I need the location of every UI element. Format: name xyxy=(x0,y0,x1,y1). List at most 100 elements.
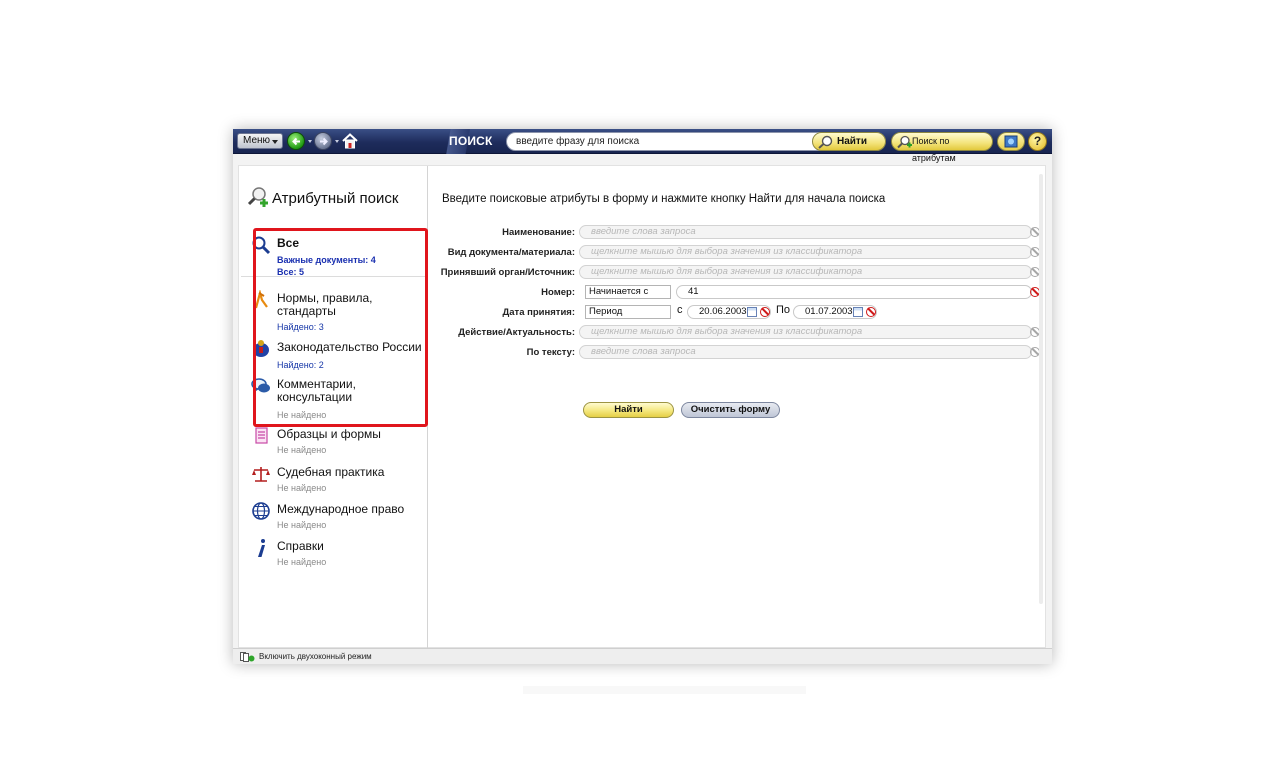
field-label: По тексту: xyxy=(526,347,575,358)
category-references[interactable]: Справки Не найдено xyxy=(245,538,425,572)
name-field[interactable]: введите слова запроса xyxy=(579,225,1032,239)
category-count: Найдено: 2 xyxy=(277,360,324,370)
status-bar: Включить двухоконный режим xyxy=(233,648,1052,664)
status-placeholder: щелкните мышью для выбора значения из кл… xyxy=(591,326,863,337)
category-court-practice[interactable]: Судебная практика Не найдено xyxy=(245,464,425,498)
category-all[interactable]: Все Важные документы: 4 Все: 5 xyxy=(245,235,425,277)
category-label: Законодательство России xyxy=(277,340,422,354)
search-form: Введите поисковые атрибуты в форму и наж… xyxy=(429,166,1047,649)
category-label: Образцы и формы xyxy=(277,427,381,441)
status-field[interactable]: щелкните мышью для выбора значения из кл… xyxy=(579,325,1032,339)
category-label: Судебная практика xyxy=(277,465,385,479)
help-button[interactable]: ? xyxy=(1028,132,1047,151)
app-window: Меню ПОИСК введите фразу для поиска Найт… xyxy=(233,129,1052,664)
field-row-doc-type: Вид документа/материала: xyxy=(429,245,575,261)
home-icon[interactable] xyxy=(341,132,359,150)
calendar-icon[interactable] xyxy=(747,307,757,317)
compass-icon xyxy=(254,290,268,309)
field-label: Действие/Актуальность: xyxy=(458,327,575,338)
category-label: Справки xyxy=(277,539,324,553)
doc-type-placeholder: щелкните мышью для выбора значения из кл… xyxy=(591,246,863,257)
category-count: Найдено: 3 xyxy=(277,322,324,332)
form-find-button[interactable]: Найти xyxy=(583,402,674,418)
find-button[interactable]: Найти xyxy=(812,132,886,151)
issuer-placeholder: щелкните мышью для выбора значения из кл… xyxy=(591,266,863,277)
issuer-field[interactable]: щелкните мышью для выбора значения из кл… xyxy=(579,265,1032,279)
date-to-field[interactable]: 01.07.2003 xyxy=(793,305,877,319)
category-count: Не найдено xyxy=(277,483,327,493)
form-icon xyxy=(255,427,268,444)
form-instructions: Введите поисковые атрибуты в форму и наж… xyxy=(442,193,886,205)
arrow-left-icon xyxy=(292,137,300,146)
field-row-number: Номер: xyxy=(429,285,575,301)
field-row-date: Дата принятия: xyxy=(429,305,576,321)
toolbar: Меню ПОИСК введите фразу для поиска Найт… xyxy=(233,129,1052,163)
menu-button[interactable]: Меню xyxy=(237,133,283,149)
book-icon xyxy=(1004,135,1018,148)
category-count: Не найдено xyxy=(277,557,327,567)
category-label: Международное право xyxy=(277,502,405,516)
field-row-name: Наименование: xyxy=(429,225,575,241)
back-button[interactable] xyxy=(287,132,305,150)
search-label: ПОИСК xyxy=(449,134,493,148)
category-count: Не найдено xyxy=(277,445,327,455)
text-field-placeholder: введите слова запроса xyxy=(591,346,696,357)
number-field-value: 41 xyxy=(688,286,699,297)
important-docs-count[interactable]: Важные документы: 4 xyxy=(277,255,376,265)
field-row-issuer: Принявший орган/Источник: xyxy=(429,265,575,281)
arrow-right-icon xyxy=(320,137,328,146)
category-label: Комментарии, консультации xyxy=(277,377,356,404)
clear-icon[interactable] xyxy=(866,307,876,317)
name-field-placeholder: введите слова запроса xyxy=(591,226,696,237)
number-mode-select[interactable]: Начинается с xyxy=(585,285,671,299)
attribute-search-icon xyxy=(897,135,912,149)
field-row-status: Действие/Актуальность: xyxy=(429,325,575,341)
attribute-search-title-text: Атрибутный поиск xyxy=(272,190,399,207)
menu-label: Меню xyxy=(243,135,271,146)
attribute-search-button[interactable]: Поиск по атрибутам xyxy=(891,132,993,163)
category-forms[interactable]: Образцы и формы Не найдено xyxy=(245,426,425,460)
doc-type-field[interactable]: щелкните мышью для выбора значения из кл… xyxy=(579,245,1032,259)
date-from-field[interactable]: 20.06.2003 xyxy=(687,305,771,319)
info-icon xyxy=(258,539,265,557)
find-button-label: Найти xyxy=(837,136,867,147)
category-count: Не найдено xyxy=(277,520,327,530)
forward-button[interactable] xyxy=(314,132,332,150)
date-to-label: По xyxy=(776,304,791,316)
attribute-search-label: Поиск по атрибутам xyxy=(912,136,956,163)
forward-history-icon[interactable] xyxy=(335,140,339,143)
category-russian-law[interactable]: Законодательство России Найдено: 2 xyxy=(245,339,425,373)
field-label: Номер: xyxy=(541,287,575,298)
number-field[interactable]: 41 xyxy=(676,285,1032,299)
russian-eagle-icon xyxy=(253,340,269,357)
category-count: Не найдено xyxy=(277,410,327,420)
clear-form-button[interactable]: Очистить форму xyxy=(681,402,780,418)
field-label: Принявший орган/Источник: xyxy=(440,267,575,278)
calendar-icon[interactable] xyxy=(853,307,863,317)
category-norms[interactable]: Нормы, правила, стандарты Найдено: 3 xyxy=(245,290,425,334)
date-from-value: 20.06.2003 xyxy=(699,306,747,317)
search-icon xyxy=(818,135,833,149)
magnifier-icon xyxy=(252,236,271,255)
category-label: Все xyxy=(277,236,300,250)
field-label: Вид документа/материала: xyxy=(447,247,575,258)
category-international-law[interactable]: Международное право Не найдено xyxy=(245,501,425,535)
attribute-search-icon xyxy=(247,187,268,207)
field-label: Наименование: xyxy=(502,227,575,238)
clear-icon[interactable] xyxy=(760,307,770,317)
back-history-icon[interactable] xyxy=(308,140,312,143)
text-field[interactable]: введите слова запроса xyxy=(579,345,1032,359)
field-label: Дата принятия: xyxy=(502,307,576,318)
all-docs-count[interactable]: Все: 5 xyxy=(277,267,304,277)
category-panel: Атрибутный поиск Все Важные документы: 4… xyxy=(239,166,428,649)
scrollbar[interactable] xyxy=(1039,174,1043,604)
dual-window-icon[interactable] xyxy=(240,652,255,662)
category-comments[interactable]: Комментарии, консультации Не найдено xyxy=(245,376,425,420)
bookshelf-button[interactable] xyxy=(997,132,1025,151)
search-input-text: введите фразу для поиска xyxy=(516,136,640,147)
field-row-text: По тексту: xyxy=(429,345,575,361)
date-mode-select[interactable]: Период xyxy=(585,305,671,319)
date-to-value: 01.07.2003 xyxy=(805,306,853,317)
dual-window-toggle[interactable]: Включить двухоконный режим xyxy=(259,652,372,661)
scales-icon xyxy=(252,467,270,482)
